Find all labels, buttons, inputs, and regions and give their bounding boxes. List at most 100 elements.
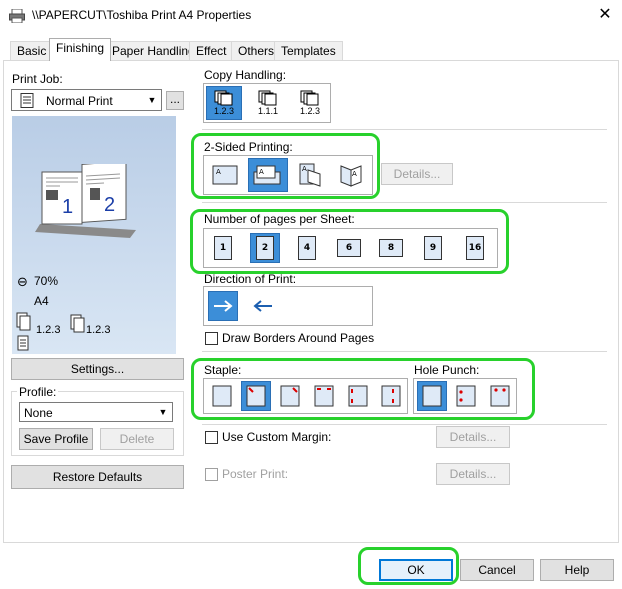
collate-icon-b [70, 314, 85, 333]
poster-print-details-button[interactable]: Details... [436, 463, 510, 485]
hole-punch-option-left[interactable] [451, 381, 481, 411]
staple-group [203, 378, 408, 414]
nup-value-4: 4 [298, 236, 316, 260]
zoom-level: 70% [34, 274, 59, 288]
nup-option-16[interactable]: 16 [460, 233, 490, 263]
arrow-right-icon [214, 300, 233, 312]
copy-handling-value-3: 1.2.3 [299, 106, 321, 116]
page-icon [422, 385, 442, 407]
hole-punch-group [413, 378, 517, 414]
stacked-pages-icon [258, 90, 277, 106]
print-preview: 1 2 ⊖ 70% A4 1.2.3 1.2.3 [12, 116, 176, 354]
custom-margin-checkbox[interactable] [205, 431, 218, 444]
svg-text:A: A [216, 168, 221, 176]
hole-punch-top-icon [490, 385, 510, 407]
direction-option-left-to-right[interactable] [208, 291, 238, 321]
poster-print-checkbox[interactable] [205, 468, 218, 481]
tab-finishing[interactable]: Finishing [49, 38, 112, 61]
nup-option-4[interactable]: 4 [292, 233, 322, 263]
two-sided-label: 2-Sided Printing: [204, 140, 293, 154]
settings-button[interactable]: Settings... [11, 358, 184, 380]
tab-paper-handling[interactable]: Paper Handling [105, 41, 202, 60]
booklet-preview-icon [35, 164, 136, 238]
copy-handling-option-group[interactable]: 1.1.1 [250, 86, 286, 120]
title-bar: \\PAPERCUT\Toshiba Print A4 Properties ✕ [0, 0, 622, 30]
divider [202, 424, 607, 425]
staple-option-none[interactable] [207, 381, 237, 411]
profile-select[interactable]: None ▼ [19, 402, 173, 422]
print-job-value: Normal Print [46, 94, 113, 108]
restore-defaults-button[interactable]: Restore Defaults [11, 465, 184, 489]
hole-punch-option-none[interactable] [417, 381, 447, 411]
nup-option-1[interactable]: 1 [208, 233, 238, 263]
staple-top-double-icon [314, 385, 334, 407]
cancel-button[interactable]: Cancel [460, 559, 534, 581]
hole-punch-option-top[interactable] [485, 381, 515, 411]
staple-option-left-double[interactable] [343, 381, 373, 411]
window-title: \\PAPERCUT\Toshiba Print A4 Properties [32, 8, 252, 22]
svg-text:A: A [302, 165, 307, 173]
save-profile-button[interactable]: Save Profile [19, 428, 93, 450]
duplex-long-edge-icon: A [253, 165, 281, 185]
nup-value-8: 8 [379, 239, 403, 257]
close-button[interactable]: ✕ [592, 4, 618, 26]
print-job-label: Print Job: [12, 72, 63, 86]
tab-basic[interactable]: Basic [10, 41, 54, 60]
nup-value-9: 9 [424, 236, 442, 260]
custom-margin-details-button[interactable]: Details... [436, 426, 510, 448]
delete-profile-button[interactable]: Delete [100, 428, 174, 450]
divider [202, 351, 607, 352]
staple-option-right-double[interactable] [376, 381, 406, 411]
zoom-icon: ⊖ [17, 274, 28, 289]
copy-handling-option-collate[interactable]: 1.2.3 [206, 86, 242, 120]
duplex-short-edge-icon: A [299, 163, 321, 187]
paper-size: A4 [34, 294, 49, 308]
nup-option-8[interactable]: 8 [376, 233, 406, 263]
two-sided-option-booklet[interactable]: A [332, 158, 370, 192]
single-page-icon: A [212, 165, 238, 185]
draw-borders-checkbox[interactable] [205, 332, 218, 345]
profile-label: Profile: [17, 385, 59, 399]
hole-punch-left-icon [456, 385, 476, 407]
copy-handling-group: 1.2.3 1.1.1 1.2.3 [203, 83, 331, 123]
staple-label: Staple: [204, 363, 242, 377]
staple-option-top-left[interactable] [241, 381, 271, 411]
ok-button[interactable]: OK [379, 559, 453, 581]
svg-text:A: A [259, 168, 264, 176]
print-job-select[interactable]: Normal Print ▼ [11, 89, 162, 111]
nup-value-16: 16 [466, 236, 484, 260]
custom-margin-label: Use Custom Margin: [222, 430, 332, 444]
nup-option-9[interactable]: 9 [418, 233, 448, 263]
stacked-pages-icon [300, 90, 319, 106]
staple-option-top-double[interactable] [309, 381, 339, 411]
svg-text:A: A [352, 170, 357, 178]
two-sided-group: A A A A [203, 155, 373, 195]
two-sided-details-button[interactable]: Details... [381, 163, 453, 185]
page-icon [212, 385, 232, 407]
two-sided-option-off[interactable]: A [206, 158, 244, 192]
nup-option-6[interactable]: 6 [334, 233, 364, 263]
staple-option-top-right[interactable] [275, 381, 305, 411]
nup-option-2[interactable]: 2 [250, 233, 280, 263]
direction-option-right-to-left[interactable] [248, 291, 278, 321]
direction-label: Direction of Print: [204, 272, 297, 286]
tab-effect[interactable]: Effect [189, 41, 234, 60]
staple-right-double-icon [381, 385, 401, 407]
booklet-icon: A [340, 165, 362, 187]
hole-punch-label: Hole Punch: [414, 363, 480, 377]
pages-per-sheet-label: Number of pages per Sheet: [204, 212, 355, 226]
nup-value-1: 1 [214, 236, 232, 260]
print-job-more-button[interactable]: ... [166, 91, 184, 110]
tab-templates[interactable]: Templates [274, 41, 343, 60]
nup-value-6: 6 [337, 239, 361, 257]
direction-group [203, 286, 373, 326]
staple-left-double-icon [348, 385, 368, 407]
profile-value: None [24, 406, 53, 420]
copy-handling-option-rotate[interactable]: 1.2.3 [292, 86, 328, 120]
help-button[interactable]: Help [540, 559, 614, 581]
two-sided-option-long-edge[interactable]: A [248, 158, 288, 192]
poster-print-label: Poster Print: [222, 467, 289, 481]
divider [202, 202, 607, 203]
two-sided-option-short-edge[interactable]: A [291, 158, 329, 192]
chevron-down-icon: ▼ [158, 407, 168, 417]
